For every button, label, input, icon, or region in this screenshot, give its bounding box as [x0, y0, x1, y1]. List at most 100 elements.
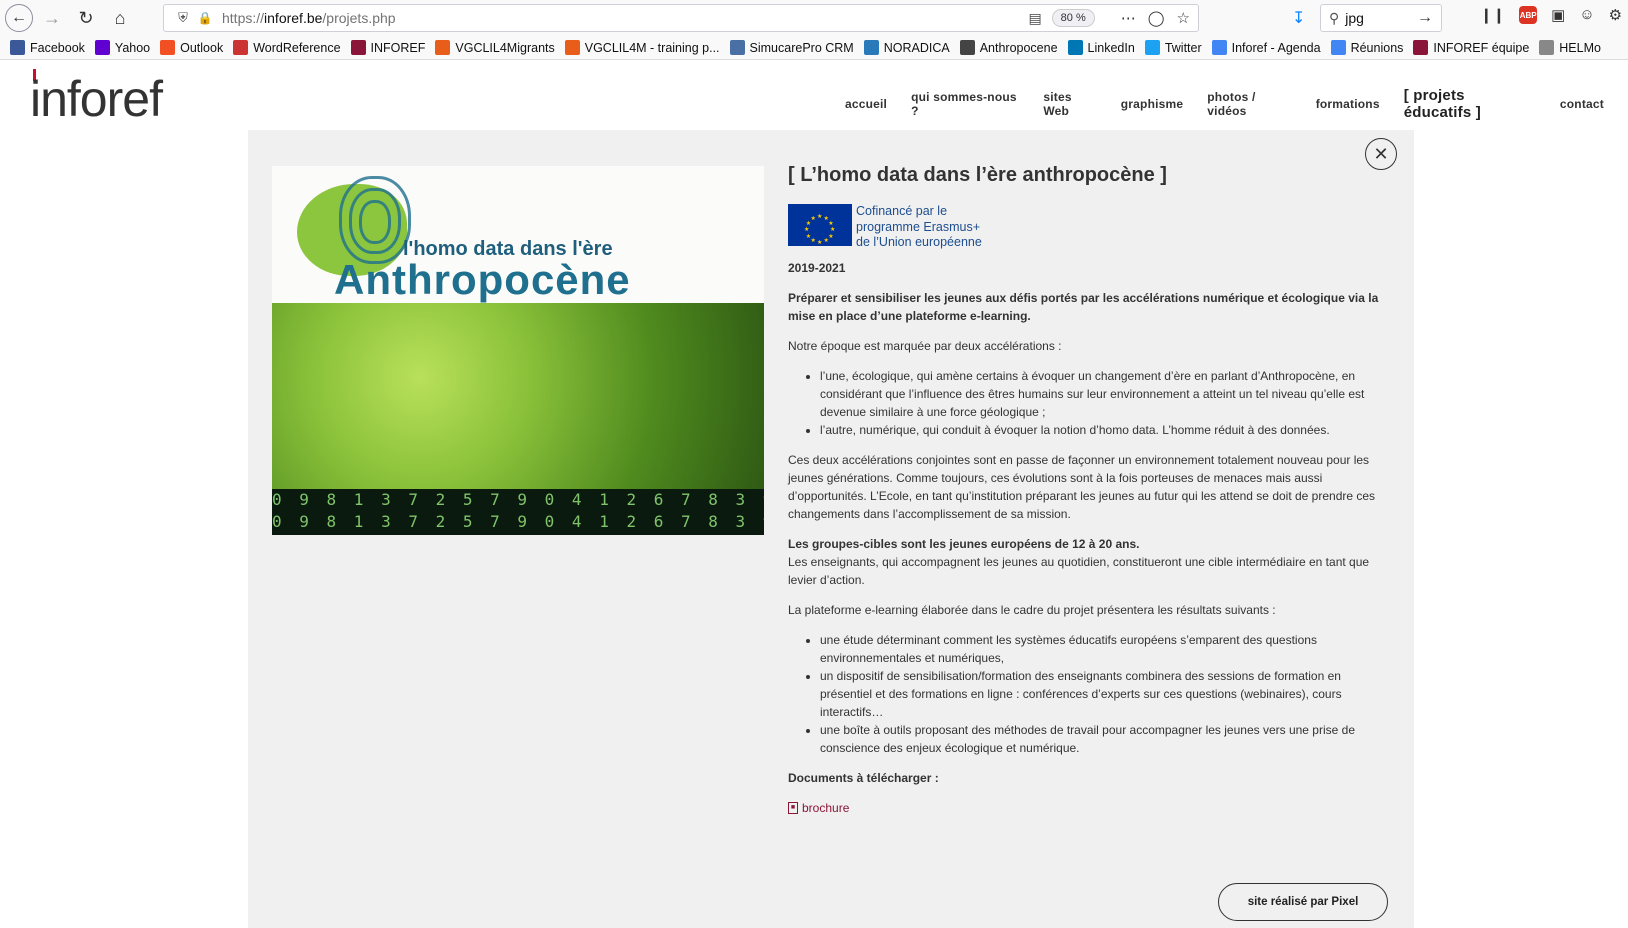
- search-input[interactable]: ⚲ jpg →: [1320, 4, 1442, 32]
- sidebar-icon[interactable]: ▣: [1551, 6, 1565, 24]
- eu-text-line: de l’Union européenne: [856, 235, 982, 249]
- list-item: un dispositif de sensibilisation/formati…: [820, 667, 1388, 721]
- shield-icon[interactable]: ⛨: [170, 10, 196, 26]
- bookmark-inforef-quipe[interactable]: INFOREF équipe: [1413, 40, 1529, 55]
- bookmark-wordreference[interactable]: WordReference: [233, 40, 341, 55]
- hero-matrix-row: 0 9 8 1 3 7 2 5 7 9 0 4 1 2 6 7 8 3 9 5 …: [272, 490, 764, 509]
- bookmark-linkedin[interactable]: LinkedIn: [1067, 40, 1135, 55]
- targets-heading: Les groupes-cibles sont les jeunes europ…: [788, 536, 1140, 551]
- home-button[interactable]: ⌂: [105, 3, 135, 33]
- url-text[interactable]: https://inforef.be/projets.php: [222, 10, 396, 26]
- search-go-icon[interactable]: →: [1417, 9, 1433, 27]
- hero-title-line2: Anthropocène: [334, 256, 631, 303]
- extension-icon[interactable]: ⚙: [1609, 6, 1622, 24]
- project-hero-image: l'homo data dans l'ère Anthropocène 0 9 …: [272, 166, 764, 535]
- bookmark-facebook[interactable]: Facebook: [10, 40, 85, 55]
- nav-item-graphisme[interactable]: graphisme: [1121, 97, 1184, 111]
- pdf-icon: ■: [788, 801, 798, 814]
- bookmark-label: Facebook: [30, 40, 85, 55]
- bookmark-outlook[interactable]: Outlook: [160, 40, 223, 55]
- bookmark-label: WordReference: [253, 40, 341, 55]
- twitter-icon: [1144, 40, 1160, 55]
- bookmark-label: HELMo: [1559, 40, 1601, 55]
- list-item: une boîte à outils proposant des méthode…: [820, 721, 1388, 757]
- project-lead: Préparer et sensibiliser les jeunes aux …: [788, 290, 1379, 323]
- forward-button[interactable]: →: [37, 3, 67, 33]
- bookmark-label: INFOREF: [370, 40, 426, 55]
- url-bar-actions: ▤ 80 % ⋯ ◯ ☆: [1028, 5, 1190, 31]
- search-icon: ⚲: [1329, 9, 1340, 26]
- more-actions-icon[interactable]: ⋯: [1121, 9, 1136, 27]
- adblock-icon[interactable]: ABP: [1519, 6, 1538, 24]
- list-item: l’autre, numérique, qui conduit à évoque…: [820, 421, 1388, 439]
- reload-icon: ↻: [78, 7, 94, 28]
- page-title: [ L’homo data dans l’ère anthropocène ]: [788, 164, 1167, 186]
- bookmarks-bar: Facebook Yahoo Outlook WordReference INFOREF…: [0, 36, 1628, 60]
- reload-button[interactable]: ↻: [71, 3, 101, 33]
- url-bar[interactable]: ⛨ 🔒 https://inforef.be/projets.php ▤ 80 …: [163, 4, 1199, 32]
- site-nav: accueil qui sommes-nous ? sites Web graphis…: [845, 87, 1628, 121]
- bookmark-vgclil4migrants[interactable]: VGCLIL4Migrants: [435, 40, 555, 55]
- inforef-icon: [350, 40, 366, 55]
- vgclil-icon: [435, 40, 451, 55]
- nav-item-contact[interactable]: contact: [1560, 97, 1604, 111]
- reader-view-icon[interactable]: ▤: [1028, 10, 1041, 27]
- bookmark-yahoo[interactable]: Yahoo: [94, 40, 150, 55]
- eu-funding-logo: ★ ★ ★ ★ ★ ★ ★ ★ ★ ★ ★ ★ Cofinancé par le programme …: [788, 204, 1388, 251]
- inforef-team-icon: [1413, 40, 1429, 55]
- bookmark-star-icon[interactable]: ☆: [1177, 9, 1190, 27]
- context-text: Ces deux accélérations conjointes sont e…: [788, 452, 1376, 521]
- bookmark-anthropocene[interactable]: Anthropocene: [959, 40, 1058, 55]
- hero-matrix-row: 0 9 8 1 3 7 2 5 7 9 0 4 1 2 6 7 8 3 9 5 …: [272, 512, 764, 531]
- eu-star-icon: ★: [823, 238, 829, 245]
- bookmark-twitter[interactable]: Twitter: [1144, 40, 1202, 55]
- nav-item-qui-sommes-nous[interactable]: qui sommes-nous ?: [911, 90, 1019, 118]
- outlook-icon: [160, 40, 176, 55]
- credit-button[interactable]: site réalisé par Pixel: [1218, 883, 1388, 921]
- brochure-link[interactable]: ■ brochure: [788, 799, 1388, 817]
- bookmark-noradica[interactable]: NORADICA: [863, 40, 950, 55]
- zoom-indicator[interactable]: 80 %: [1051, 9, 1095, 27]
- site-logo[interactable]: inforef: [30, 70, 163, 128]
- project-years: 2019-2021: [788, 260, 846, 275]
- noradica-icon: [863, 40, 879, 55]
- eu-flag-icon: ★ ★ ★ ★ ★ ★ ★ ★ ★ ★ ★ ★: [788, 204, 852, 246]
- bookmark-vgclil4m-training-p[interactable]: VGCLIL4M - training p...: [564, 40, 720, 55]
- url-prefix: https://: [222, 10, 265, 26]
- wordreference-icon: [233, 40, 249, 55]
- meetings-icon: [1330, 40, 1346, 55]
- lock-icon[interactable]: 🔒: [196, 11, 214, 25]
- eu-text-line: programme Erasmus+: [856, 219, 980, 234]
- library-icon[interactable]: ❙❙: [1480, 6, 1505, 24]
- bookmark-simucarepro-crm[interactable]: SimucarePro CRM: [729, 40, 854, 55]
- nav-item-photos-vidéos[interactable]: photos / vidéos: [1207, 90, 1291, 118]
- search-value: jpg: [1345, 10, 1364, 26]
- eu-star-icon: ★: [828, 220, 834, 227]
- bookmark-label: Twitter: [1164, 40, 1202, 55]
- pocket-icon[interactable]: ◯: [1148, 9, 1165, 27]
- hero-leaves-photo: [272, 303, 764, 489]
- simucare-icon: [729, 40, 745, 55]
- nav-item-sites-Web[interactable]: sites Web: [1043, 90, 1096, 118]
- nav-item-accueil[interactable]: accueil: [845, 97, 887, 111]
- platform-intro: La plateforme e-learning élaborée dans l…: [788, 602, 1276, 617]
- bookmark-r-unions[interactable]: Réunions: [1330, 40, 1404, 55]
- list-item: l’une, écologique, qui amène certains à …: [820, 367, 1388, 421]
- bookmark-label: Anthropocene: [979, 40, 1058, 55]
- bookmark-label: NORADICA: [883, 40, 950, 55]
- vgclil-training-icon: [564, 40, 580, 55]
- list-item: une étude déterminant comment les systèm…: [820, 631, 1388, 667]
- nav-item-projets-éducatifs[interactable]: [ projets éducatifs ]: [1404, 87, 1536, 121]
- bookmark-inforef-agenda[interactable]: Inforef - Agenda: [1211, 40, 1321, 55]
- download-icon[interactable]: ↧: [1292, 8, 1305, 28]
- back-button[interactable]: ←: [5, 4, 33, 32]
- bookmark-inforef[interactable]: INFOREF: [350, 40, 426, 55]
- bookmark-label: Outlook: [180, 40, 224, 55]
- bookmark-helmo[interactable]: HELMo: [1539, 40, 1601, 55]
- bookmark-label: Inforef - Agenda: [1231, 40, 1321, 55]
- bookmark-label: SimucarePro CRM: [749, 40, 854, 55]
- results-list: une étude déterminant comment les systèm…: [820, 631, 1388, 757]
- account-icon[interactable]: ☺: [1579, 6, 1594, 24]
- bookmark-label: Réunions: [1350, 40, 1404, 55]
- nav-item-formations[interactable]: formations: [1316, 97, 1380, 111]
